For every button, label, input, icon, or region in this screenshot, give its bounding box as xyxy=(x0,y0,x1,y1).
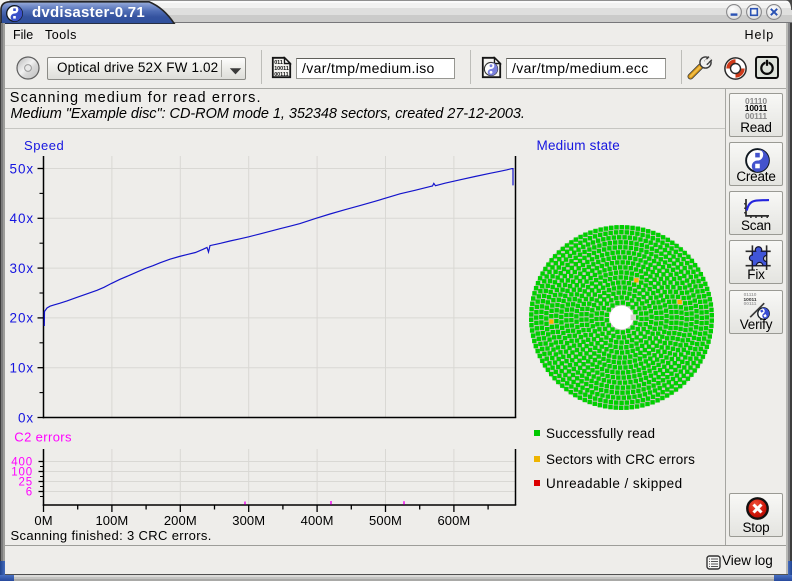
svg-text:C2 errors: C2 errors xyxy=(14,429,72,444)
svg-text:500M: 500M xyxy=(369,513,402,528)
svg-text:200M: 200M xyxy=(164,513,197,528)
svg-text:10x: 10x xyxy=(10,361,34,376)
svg-text:300M: 300M xyxy=(232,513,265,528)
svg-text:20x: 20x xyxy=(10,311,34,326)
svg-text:Speed: Speed xyxy=(24,138,64,153)
svg-text:Medium state: Medium state xyxy=(537,138,620,153)
svg-text:50x: 50x xyxy=(10,161,34,176)
svg-text:6: 6 xyxy=(26,487,33,499)
svg-text:30x: 30x xyxy=(10,261,34,276)
svg-text:0x: 0x xyxy=(18,410,34,425)
svg-text:100M: 100M xyxy=(95,513,128,528)
svg-text:400M: 400M xyxy=(301,513,334,528)
svg-text:40x: 40x xyxy=(10,211,34,226)
svg-text:600M: 600M xyxy=(437,513,470,528)
svg-text:0M: 0M xyxy=(34,513,52,528)
